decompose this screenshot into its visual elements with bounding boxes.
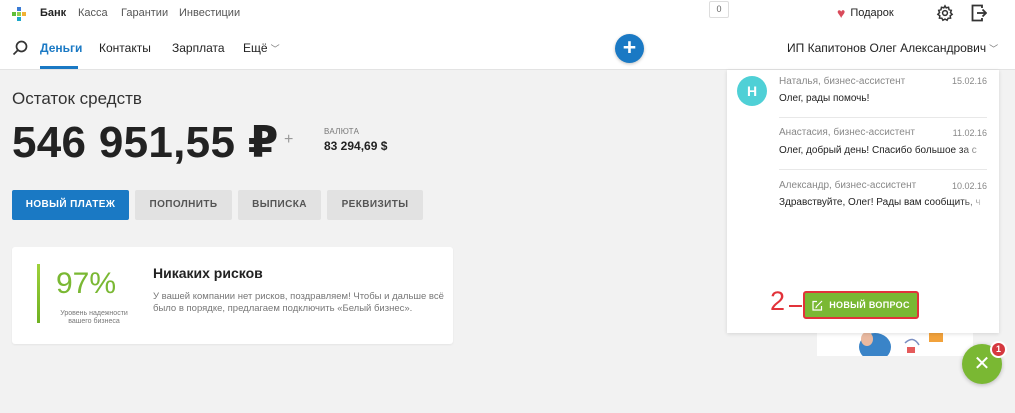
reliability-caption: Уровень надежности вашего бизнеса xyxy=(60,310,128,325)
user-name: ИП Капитонов Олег Александрович xyxy=(787,41,987,55)
close-icon: ✕ xyxy=(973,353,991,375)
risk-card-title: Никаких рисков xyxy=(153,265,263,281)
plus-icon: + xyxy=(284,131,294,148)
nav-more-label: Ещё xyxy=(243,41,268,55)
message-text: Олег, рады помочь! xyxy=(779,93,870,104)
step-callout-number: 2 xyxy=(770,286,786,316)
gift-link[interactable]: ♥ Подарок xyxy=(837,6,894,20)
active-tab-indicator xyxy=(40,66,78,69)
statement-button[interactable]: ВЫПИСКА xyxy=(238,190,321,220)
balance-title: Остаток средств xyxy=(12,89,142,108)
message-date: 15.02.16 xyxy=(951,76,987,86)
new-payment-button[interactable]: НОВЫЙ ПЛАТЕЖ xyxy=(12,190,129,220)
gear-icon[interactable] xyxy=(936,4,954,22)
currency-value[interactable]: 83 294,69 $ xyxy=(324,139,387,153)
top-up-button[interactable]: ПОПОЛНИТЬ xyxy=(135,190,232,220)
plus-icon: + xyxy=(622,34,637,60)
requisites-button[interactable]: РЕКВИЗИТЫ xyxy=(327,190,423,220)
nav-tab-contacts[interactable]: Контакты xyxy=(99,41,151,55)
message-sender: Анастасия, бизнес-ассистент xyxy=(779,127,915,138)
top-link-guarantees[interactable]: Гарантии xyxy=(121,7,168,19)
new-question-label: НОВЫЙ ВОПРОС xyxy=(829,300,910,310)
new-question-button[interactable]: НОВЫЙ ВОПРОС xyxy=(803,291,919,319)
top-bar: Банк Касса Гарантии Инвестиции 0 ♥ Подар… xyxy=(0,0,1015,28)
gift-label: Подарок xyxy=(850,7,894,19)
message-date: 11.02.16 xyxy=(952,128,987,138)
avatar: Н xyxy=(737,76,767,106)
unread-badge: 1 xyxy=(990,341,1007,358)
step-callout-line xyxy=(789,305,802,307)
top-link-bank[interactable]: Банк xyxy=(40,7,66,19)
main-nav: Деньги Контакты Зарплата Ещё ﹀ + ИП Капит… xyxy=(0,28,1015,70)
logout-icon[interactable] xyxy=(971,4,987,22)
message-text: Здравствуйте, Олег! Рады вам сообщить, ч xyxy=(779,197,981,208)
message-text: Олег, добрый день! Спасибо большое за с xyxy=(779,145,977,156)
risk-card-text: У вашей компании нет рисков, поздравляем… xyxy=(153,291,444,314)
top-link-investments[interactable]: Инвестиции xyxy=(179,7,240,19)
risk-card: 97% Уровень надежности вашего бизнеса Ни… xyxy=(12,247,453,344)
chat-message[interactable]: Анастасия, бизнес-ассистент 11.02.16 Оле… xyxy=(779,117,987,165)
nav-tab-salary[interactable]: Зарплата xyxy=(172,41,225,55)
text-fade xyxy=(961,142,987,165)
add-button[interactable]: + xyxy=(615,34,644,63)
notification-counter[interactable]: 0 xyxy=(709,1,729,18)
chat-message[interactable]: Александр, бизнес-ассистент 10.02.16 Здр… xyxy=(779,169,987,217)
currency-label: ВАЛЮТА xyxy=(324,127,360,136)
top-link-cashbox[interactable]: Касса xyxy=(78,7,108,19)
chevron-down-icon: ﹀ xyxy=(270,44,280,54)
search-icon[interactable] xyxy=(12,40,28,56)
nav-tab-money[interactable]: Деньги xyxy=(40,41,82,55)
message-date: 10.02.16 xyxy=(951,181,987,191)
message-sender: Александр, бизнес-ассистент xyxy=(779,180,917,191)
text-fade xyxy=(961,194,987,217)
chevron-down-icon: ﹀ xyxy=(989,44,999,54)
edit-icon xyxy=(812,300,823,311)
logo-icon[interactable] xyxy=(12,7,26,21)
user-menu[interactable]: ИП Капитонов Олег Александрович ﹀ xyxy=(787,41,998,55)
reliability-bar xyxy=(37,264,40,323)
nav-tab-more[interactable]: Ещё ﹀ xyxy=(243,41,280,55)
heart-icon: ♥ xyxy=(837,5,846,21)
reliability-percent: 97% xyxy=(56,267,117,300)
message-sender: Наталья, бизнес-ассистент xyxy=(779,76,906,87)
balance-amount: 546 951,55 ₽ xyxy=(12,118,279,167)
